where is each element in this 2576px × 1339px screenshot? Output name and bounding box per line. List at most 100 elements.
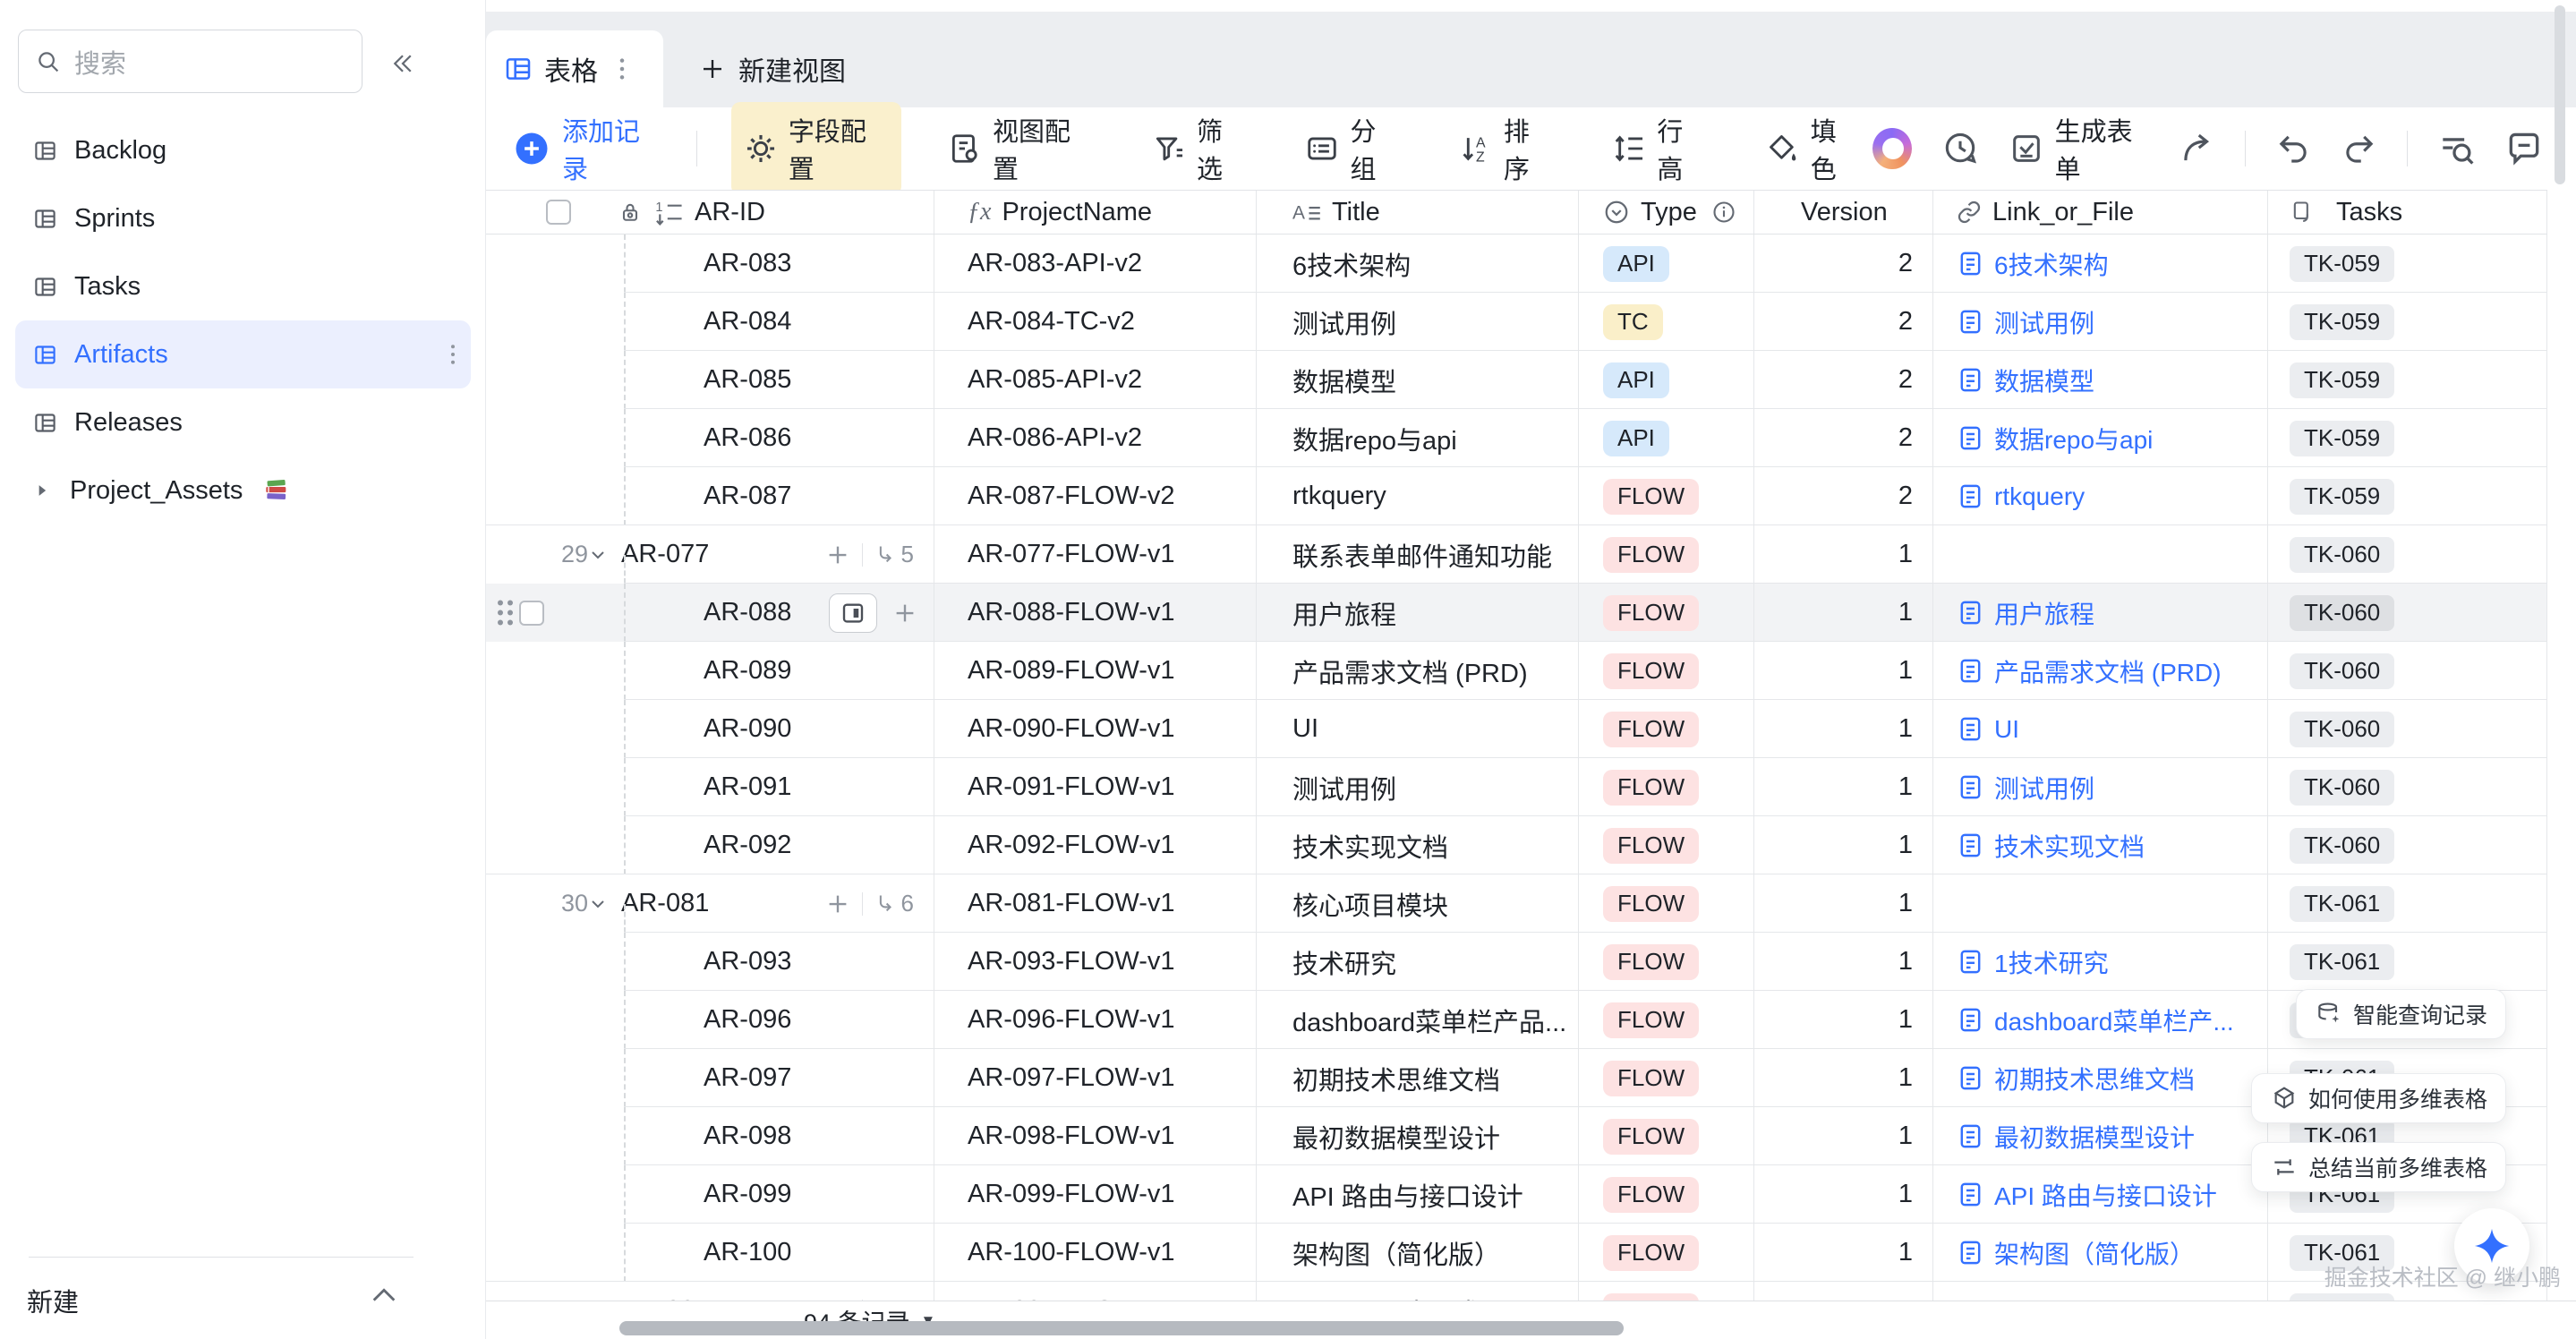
chevron-right-icon[interactable] [33, 482, 51, 499]
cell-title[interactable]: 6技术架构 [1257, 235, 1579, 293]
cell-title[interactable]: API 路由与接口设计 [1257, 1165, 1579, 1224]
cell-project-name[interactable]: AR-100-FLOW-v1 [934, 1224, 1257, 1282]
task-badge[interactable]: TK-060 [2290, 828, 2394, 864]
cell-project-name[interactable]: AR-098-FLOW-v1 [934, 1107, 1257, 1165]
cell-type[interactable]: API [1579, 235, 1754, 293]
cell-project-name[interactable]: AR-093-FLOW-v1 [934, 933, 1257, 991]
table-row[interactable]: AR-084AR-084-TC-v2测试用例TC2测试用例TK-059 [486, 293, 2547, 351]
table-row[interactable]: AR-092AR-092-FLOW-v1技术实现文档FLOW1技术实现文档TK-… [486, 816, 2547, 874]
add-record-inline-icon[interactable] [891, 600, 918, 627]
cell-project-name[interactable]: AR-096-FLOW-v1 [934, 991, 1257, 1049]
comment-icon[interactable] [2504, 129, 2544, 168]
file-link[interactable]: 用户旅程 [1957, 595, 2094, 631]
info-icon[interactable] [1711, 200, 1736, 225]
cell-title[interactable]: 联系表单邮件通知功能 [1257, 525, 1579, 584]
file-link[interactable]: 技术实现文档 [1957, 828, 2145, 864]
cell-ar-id[interactable]: AR-084 [537, 293, 934, 351]
cell-ar-id[interactable]: 29AR-0775 [537, 525, 934, 584]
chevron-up-icon[interactable] [369, 1284, 399, 1307]
subrecord-count[interactable]: 5 [874, 541, 914, 568]
table-row[interactable]: AR-083AR-083-API-v26技术架构API26技术架构TK-059 [486, 235, 2547, 293]
cell-ar-id[interactable]: AR-087 [537, 467, 934, 525]
cell-version[interactable]: 1 [1754, 816, 1933, 874]
cell-version[interactable]: 1 [1754, 1165, 1933, 1224]
table-row[interactable]: AR-086AR-086-API-v2数据repo与apiAPI2数据repo与… [486, 409, 2547, 467]
cell-link-or-file[interactable]: 技术实现文档 [1933, 816, 2268, 874]
cell-project-name[interactable]: AR-097-FLOW-v1 [934, 1049, 1257, 1107]
table-row[interactable]: AR-091AR-091-FLOW-v1测试用例FLOW1测试用例TK-060 [486, 758, 2547, 816]
cell-project-name[interactable]: AR-089-FLOW-v1 [934, 642, 1257, 700]
sidebar-item-project_assets[interactable]: Project_Assets [15, 456, 471, 525]
cell-link-or-file[interactable]: 架构图（简化版） [1933, 1224, 2268, 1282]
cell-title[interactable]: 架构图（简化版） [1257, 1224, 1579, 1282]
cell-tasks[interactable]: TK-059 [2268, 409, 2547, 467]
chevron-down-icon[interactable] [587, 544, 609, 566]
task-badge[interactable]: TK-059 [2290, 479, 2394, 515]
cell-project-name[interactable]: AR-099-FLOW-v1 [934, 1165, 1257, 1224]
cell-link-or-file[interactable]: API 路由与接口设计 [1933, 1165, 2268, 1224]
file-link[interactable]: 测试用例 [1957, 770, 2094, 806]
add-subrecord-icon[interactable] [824, 891, 851, 917]
row-checkbox[interactable] [519, 601, 544, 626]
cell-version[interactable]: 1 [1754, 758, 1933, 816]
cell-type[interactable]: FLOW [1579, 816, 1754, 874]
file-link[interactable]: 数据模型 [1957, 362, 2094, 398]
cell-version[interactable]: 1 [1754, 991, 1933, 1049]
sidebar-item-tasks[interactable]: Tasks [15, 252, 471, 320]
file-link[interactable]: 初期技术思维文档 [1957, 1061, 2195, 1096]
sidebar-item-backlog[interactable]: Backlog [15, 116, 471, 184]
cell-ar-id[interactable]: AR-097 [537, 1049, 934, 1107]
cell-title[interactable]: 初期技术思维文档 [1257, 1049, 1579, 1107]
cell-title[interactable]: 技术实现文档 [1257, 816, 1579, 874]
chevron-down-icon[interactable] [587, 893, 609, 915]
cell-title[interactable]: 测试用例 [1257, 293, 1579, 351]
table-row[interactable]: AR-098AR-098-FLOW-v1最初数据模型设计FLOW1最初数据模型设… [486, 1107, 2547, 1165]
more-options-icon[interactable] [449, 341, 456, 368]
assistant-summarize-button[interactable]: 总结当前多维表格 [2251, 1142, 2506, 1192]
cell-link-or-file[interactable]: 初期技术思维文档 [1933, 1049, 2268, 1107]
ai-assistant-icon[interactable] [1872, 128, 1911, 169]
cell-version[interactable]: 1 [1754, 1224, 1933, 1282]
table-row[interactable]: AR-096AR-096-FLOW-v1dashboard菜单栏产品...FLO… [486, 991, 2547, 1049]
new-table-button[interactable]: 新建 [27, 1282, 79, 1319]
cell-type[interactable]: FLOW [1579, 758, 1754, 816]
cell-ar-id[interactable]: AR-099 [537, 1165, 934, 1224]
cell-version[interactable]: 1 [1754, 642, 1933, 700]
sidebar-item-artifacts[interactable]: Artifacts [15, 320, 471, 388]
share-icon[interactable] [2179, 130, 2216, 167]
cell-version[interactable]: 1 [1754, 1282, 1933, 1301]
assistant-query-records-button[interactable]: 智能查询记录 [2296, 989, 2506, 1039]
file-link[interactable]: 产品需求文档 (PRD) [1957, 653, 2222, 689]
cell-project-name[interactable]: AR-090-FLOW-v1 [934, 700, 1257, 758]
sidebar-item-releases[interactable]: Releases [15, 388, 471, 456]
file-link[interactable]: 架构图（简化版） [1957, 1235, 2195, 1271]
toolbar-button-gear[interactable]: 字段配置 [731, 102, 901, 195]
cell-link-or-file[interactable]: 测试用例 [1933, 293, 2268, 351]
cell-link-or-file[interactable]: UI [1933, 700, 2268, 758]
cell-type[interactable]: FLOW [1579, 700, 1754, 758]
column-header-version[interactable]: Version [1754, 191, 1933, 234]
cell-type[interactable]: API [1579, 351, 1754, 409]
cell-title[interactable]: rtkquery [1257, 467, 1579, 525]
cell-project-name[interactable]: AR-085-API-v2 [934, 351, 1257, 409]
cell-ar-id[interactable]: AR-085 [537, 351, 934, 409]
cell-project-name[interactable]: AR-081-FLOW-v1 [934, 874, 1257, 933]
table-row[interactable]: AR-089AR-089-FLOW-v1产品需求文档 (PRD)FLOW1产品需… [486, 642, 2547, 700]
sidebar-item-sprints[interactable]: Sprints [15, 184, 471, 252]
cell-type[interactable]: FLOW [1579, 991, 1754, 1049]
cell-tasks[interactable]: TK-059 [2268, 467, 2547, 525]
file-link[interactable]: 1技术研究 [1957, 944, 2109, 980]
cell-ar-id[interactable]: AR-086 [537, 409, 934, 467]
file-link[interactable]: UI [1957, 715, 2019, 744]
file-link[interactable]: 6技术架构 [1957, 246, 2109, 282]
cell-ar-id[interactable]: 31AR-0945 [537, 1282, 934, 1301]
task-badge[interactable]: TK-061 [2290, 944, 2394, 980]
cell-ar-id[interactable]: AR-088 [537, 584, 934, 642]
add-record-button[interactable]: 添加记录 [513, 111, 662, 186]
cell-tasks[interactable]: TK-060 [2268, 758, 2547, 816]
cell-ar-id[interactable]: AR-098 [537, 1107, 934, 1165]
cell-version[interactable]: 2 [1754, 409, 1933, 467]
cell-tasks[interactable]: TK-060 [2268, 700, 2547, 758]
table-row[interactable]: AR-087AR-087-FLOW-v2rtkqueryFLOW2rtkquer… [486, 467, 2547, 525]
file-link[interactable]: API 路由与接口设计 [1957, 1177, 2217, 1213]
